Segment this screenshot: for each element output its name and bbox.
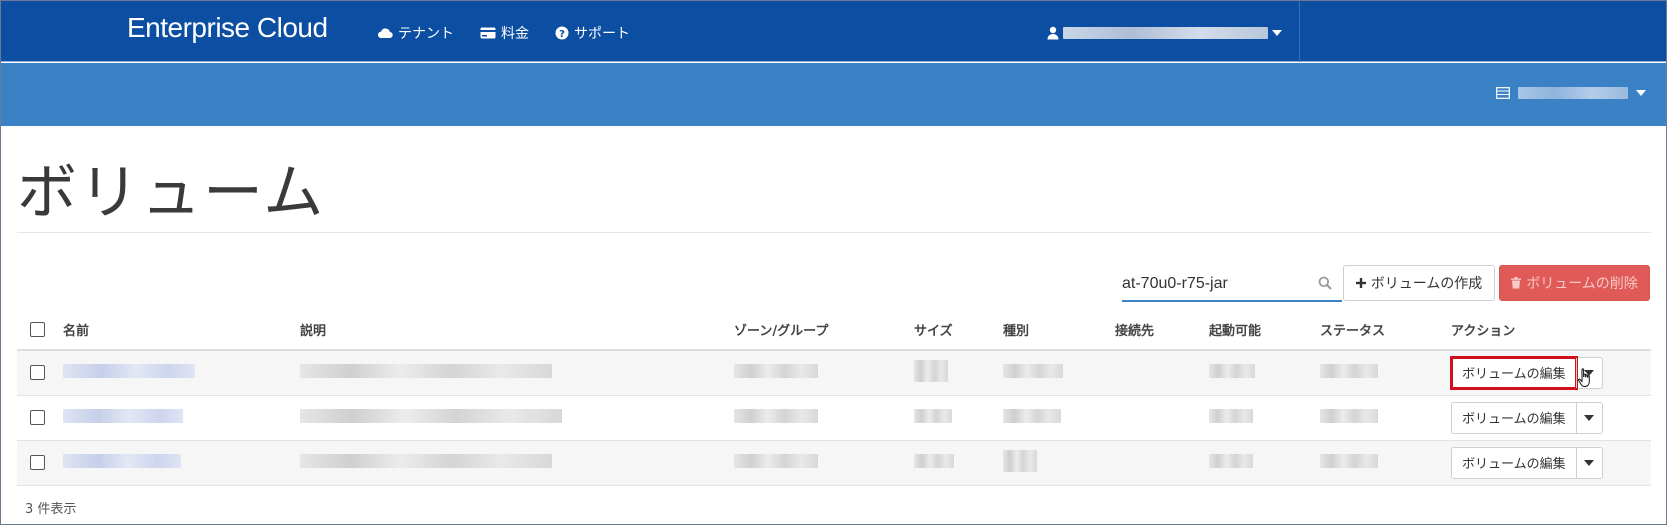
table-header-row: 名前 説明 ゾーン/グループ サイズ 種別 接続先 起動可能 ステータス アクシ… [17,310,1651,351]
col-zone-group[interactable]: ゾーン/グループ [734,310,914,351]
chevron-down-icon [1584,414,1595,421]
type-redacted [1003,408,1061,423]
nav-tenant[interactable]: テナント [377,22,454,44]
status-redacted [1320,408,1378,423]
size-redacted [914,359,948,382]
hand-cursor-icon [1577,368,1590,387]
zone-redacted [734,453,818,468]
volume-name-redacted[interactable] [63,453,181,468]
server-icon [1496,87,1510,99]
zone-redacted [734,408,818,423]
col-size[interactable]: サイズ [914,310,1003,351]
project-selector[interactable] [1496,87,1646,99]
nav-tenant-label: テナント [398,26,454,42]
row-checkbox[interactable] [30,410,45,425]
status-redacted [1320,453,1378,468]
svg-text:?: ? [559,29,565,40]
project-name-redacted [1518,87,1628,99]
question-circle-icon: ? [555,26,569,40]
size-redacted [914,453,954,468]
select-all-checkbox[interactable] [30,322,45,337]
title-divider [17,232,1651,233]
description-redacted [300,363,552,378]
row-checkbox[interactable] [30,365,45,381]
col-attached-to[interactable]: 接続先 [1115,310,1209,351]
nav-support-label: サポート [574,26,630,42]
delete-volume-button[interactable]: ボリュームの削除 [1499,265,1650,301]
type-redacted [1003,363,1063,378]
size-redacted [914,408,952,423]
search-icon[interactable] [1318,275,1332,294]
project-bar [1,63,1666,126]
nav-billing[interactable]: 料金 [480,22,529,44]
chevron-down-icon [1584,459,1595,466]
volume-name-redacted[interactable] [63,363,195,378]
user-menu[interactable] [1047,24,1282,42]
row-action-group: ボリュームの編集 [1451,446,1603,479]
row-action-group: ボリュームの編集 [1451,401,1603,434]
credit-card-icon [480,27,496,39]
brand-logo[interactable]: Enterprise Cloud [127,12,328,44]
user-icon [1047,26,1059,40]
col-status[interactable]: ステータス [1320,310,1451,351]
search-box[interactable] [1122,266,1342,302]
bootable-redacted [1209,363,1255,378]
page-title: ボリューム [17,158,326,228]
chevron-down-icon [1636,90,1646,96]
description-redacted [300,453,552,468]
bootable-redacted [1209,408,1253,423]
zone-redacted [734,363,818,378]
type-redacted [1003,449,1037,472]
status-redacted [1320,363,1378,378]
edit-volume-button[interactable]: ボリュームの編集 [1452,403,1576,433]
search-input[interactable] [1122,272,1312,296]
col-description[interactable]: 説明 [300,310,734,351]
nav-support[interactable]: ? サポート [555,22,630,44]
nav-billing-label: 料金 [501,26,529,42]
volume-name-redacted[interactable] [63,408,183,423]
top-navbar: Enterprise Cloud テナント 料金 ? サポート [1,1,1666,62]
select-all-cell [17,310,63,351]
col-actions: アクション [1451,310,1651,351]
col-bootable[interactable]: 起動可能 [1209,310,1320,351]
row-action-dropdown[interactable] [1575,447,1602,478]
delete-volume-label: ボリュームの削除 [1526,276,1638,292]
table-row: ボリュームの編集 [17,395,1651,441]
description-redacted [300,408,562,423]
table-row: ボリュームの編集 [17,440,1651,486]
create-volume-button[interactable]: ボリュームの作成 [1343,265,1495,301]
table-row: ボリュームの編集 [17,350,1651,396]
edit-volume-button[interactable]: ボリュームの編集 [1452,448,1576,478]
col-name[interactable]: 名前 [63,310,300,351]
volumes-table: 名前 説明 ゾーン/グループ サイズ 種別 接続先 起動可能 ステータス アクシ… [17,310,1651,486]
edit-volume-button[interactable]: ボリュームの編集 [1450,355,1578,390]
chevron-down-icon [1272,30,1282,36]
plus-icon [1355,278,1366,288]
result-count: 3 件表示 [25,502,77,517]
create-volume-label: ボリュームの作成 [1370,276,1483,292]
header-divider [1299,1,1300,62]
bootable-redacted [1209,453,1253,468]
row-checkbox[interactable] [30,455,45,470]
cloud-icon [377,28,393,39]
trash-icon [1511,277,1522,289]
col-type[interactable]: 種別 [1003,310,1115,351]
row-action-dropdown[interactable] [1575,402,1602,433]
user-name-redacted [1063,27,1268,39]
